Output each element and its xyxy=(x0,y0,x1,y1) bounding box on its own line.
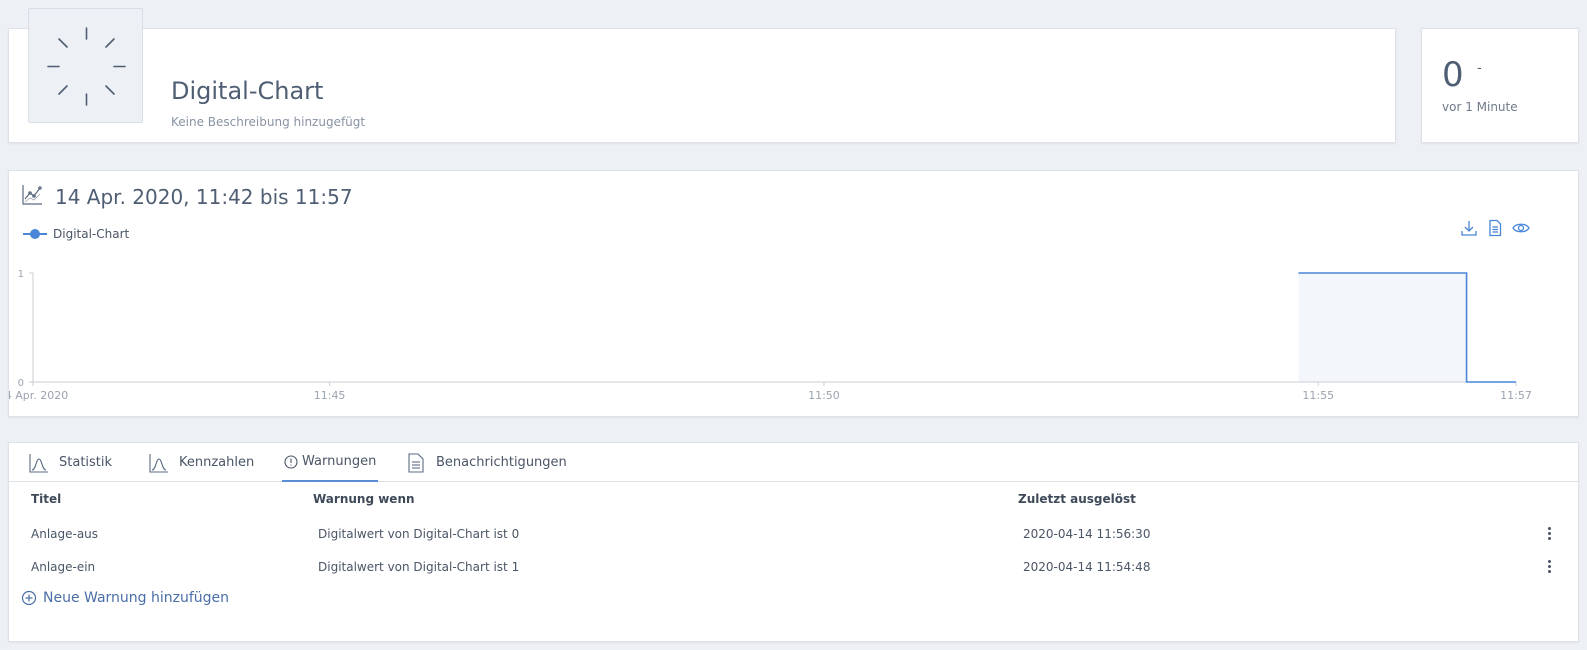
current-value-card: 0 - vor 1 Minute xyxy=(1421,28,1579,143)
add-warning-button[interactable]: Neue Warnung hinzufügen xyxy=(21,590,229,606)
row-menu-icon[interactable] xyxy=(1544,559,1554,575)
tab-label: Kennzahlen xyxy=(179,455,255,470)
y-tick-label: 0 xyxy=(18,378,24,389)
chart-card: 14 Apr. 2020, 11:42 bis 11:57 Digital-Ch… xyxy=(8,170,1579,417)
warning-title: Anlage-ein xyxy=(31,560,96,574)
document-icon xyxy=(408,452,424,473)
device-title: Digital-Chart xyxy=(171,77,324,105)
warnings-card: Statistik Kennzahlen Warnungen Benachric… xyxy=(8,442,1579,642)
current-value-timestamp: vor 1 Minute xyxy=(1442,100,1518,114)
device-icon-box xyxy=(28,8,143,123)
column-header-condition: Warnung wenn xyxy=(313,492,415,506)
x-tick-label: 11:55 xyxy=(1302,389,1334,402)
warning-condition: Digitalwert von Digital-Chart ist 1 xyxy=(318,560,520,574)
x-tick-label: 11:50 xyxy=(808,389,840,402)
row-menu-icon[interactable] xyxy=(1544,526,1554,542)
device-header-card: Digital-Chart Keine Beschreibung hinzuge… xyxy=(8,28,1396,143)
tab-label: Statistik xyxy=(59,455,113,470)
spinner-icon xyxy=(47,27,126,106)
current-value-unit: - xyxy=(1477,61,1482,76)
warning-last-triggered: 2020-04-14 11:56:30 xyxy=(1023,527,1151,541)
series-area-fill xyxy=(1298,273,1516,382)
y-tick-label: 1 xyxy=(18,269,24,280)
tab-label: Warnungen xyxy=(302,454,377,469)
add-warning-label: Neue Warnung hinzufügen xyxy=(43,590,230,606)
chart-plot: 0 1 14 Apr. 2020 11:45 11:50 11:55 11:57 xyxy=(9,269,1532,402)
tab-benachrichtigungen[interactable]: Benachrichtigungen xyxy=(406,443,567,482)
column-header-last-triggered: Zuletzt ausgelöst xyxy=(1018,492,1136,506)
warning-condition: Digitalwert von Digital-Chart ist 0 xyxy=(318,527,520,541)
column-header-title: Titel xyxy=(31,492,62,506)
warning-title: Anlage-aus xyxy=(31,527,99,541)
x-tick-label: 11:45 xyxy=(314,389,346,402)
tab-kennzahlen[interactable]: Kennzahlen xyxy=(149,443,254,482)
x-tick-label: 14 Apr. 2020 xyxy=(9,389,68,402)
tab-warnungen[interactable]: Warnungen xyxy=(282,443,379,482)
plus-circle-icon xyxy=(21,590,37,606)
warning-last-triggered: 2020-04-14 11:54:48 xyxy=(1023,560,1151,574)
tab-bar: Statistik Kennzahlen Warnungen Benachric… xyxy=(9,443,1578,482)
alert-circle-icon xyxy=(284,454,298,469)
bell-curve-icon xyxy=(149,453,168,473)
tab-label: Benachrichtigungen xyxy=(436,455,567,470)
device-description: Keine Beschreibung hinzugefügt xyxy=(171,115,366,129)
bell-curve-icon xyxy=(29,453,48,473)
current-value: 0 xyxy=(1442,55,1464,95)
tab-statistik[interactable]: Statistik xyxy=(29,443,112,482)
x-tick-label: 11:57 xyxy=(1500,389,1532,402)
